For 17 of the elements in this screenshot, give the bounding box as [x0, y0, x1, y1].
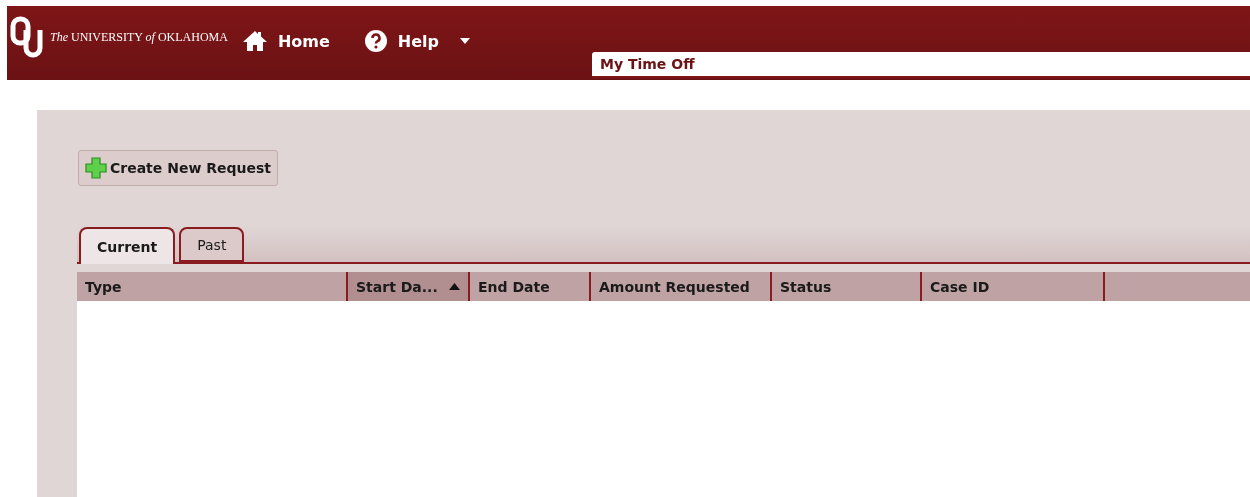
help-icon — [363, 29, 388, 53]
nav-link[interactable]: Help — [363, 6, 471, 76]
column-header[interactable]: Status — [772, 272, 922, 301]
plus-icon — [85, 157, 107, 179]
logo-text: The UNIVERSITY of OKLAHOMA — [50, 29, 228, 45]
column-header[interactable]: Amount Requested — [591, 272, 772, 301]
logo-icon — [10, 16, 44, 58]
tab[interactable]: Current — [79, 227, 176, 264]
column-header[interactable]: End Date — [470, 272, 591, 301]
page-tab[interactable]: My Time Off — [592, 52, 1250, 78]
nav-link[interactable]: Home — [241, 6, 330, 76]
home-icon — [241, 30, 268, 52]
sort-ascending-icon — [449, 283, 460, 290]
tab[interactable]: Past — [179, 227, 245, 262]
column-header[interactable]: Start Da... — [348, 272, 470, 301]
create-request-button[interactable]: Create New Request — [78, 150, 278, 186]
column-header[interactable]: Case ID — [922, 272, 1105, 301]
